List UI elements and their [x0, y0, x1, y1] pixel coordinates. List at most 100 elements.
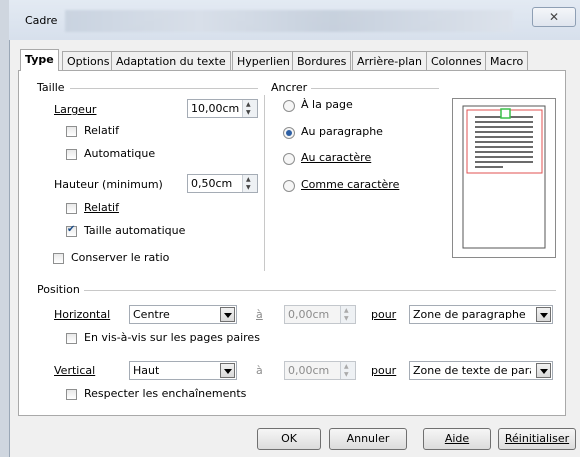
background-window-edge	[0, 0, 10, 457]
tab-adaptation-texte[interactable]: Adaptation du texte	[111, 51, 231, 70]
tab-label: Hyperlien	[237, 55, 290, 68]
tab-label: Options	[67, 55, 110, 68]
vertical-a-label: à	[256, 364, 263, 377]
spin-arrows[interactable]: ▲ ▼	[340, 306, 355, 323]
enchainements-checkbox[interactable]	[66, 389, 77, 400]
tab-label: Arrière-plan	[357, 55, 422, 68]
tab-hyperlien[interactable]: Hyperlien	[232, 51, 295, 70]
vertical-pour-value: Zone de texte de para	[413, 364, 531, 377]
horizontal-offset-spinbox[interactable]: 0,00cm ▲ ▼	[284, 305, 356, 324]
spin-down-icon: ▼	[246, 109, 251, 116]
title-bar[interactable]: Cadre ✕	[9, 0, 580, 40]
taille-group-label: Taille	[37, 81, 65, 94]
tab-arriere-plan[interactable]: Arrière-plan	[352, 51, 427, 70]
ok-label: OK	[281, 432, 297, 445]
spin-down-icon: ▼	[246, 184, 251, 191]
tab-macro[interactable]: Macro	[485, 51, 529, 70]
spin-down-icon: ▼	[344, 371, 349, 378]
horizontal-offset-value: 0,00cm	[288, 308, 330, 321]
relatif-largeur-checkbox[interactable]	[66, 126, 77, 137]
tab-label: Bordures	[297, 55, 347, 68]
spin-arrows[interactable]: ▲ ▼	[242, 175, 257, 192]
vis-a-vis-label: En vis-à-vis sur les pages paires	[84, 331, 260, 344]
conserver-ratio-checkbox[interactable]	[53, 253, 64, 264]
vertical-pour-label: pour	[371, 364, 397, 377]
radio-comme-caractere[interactable]	[283, 180, 295, 192]
automatique-label: Automatique	[84, 147, 156, 160]
chevron-down-icon[interactable]	[536, 307, 551, 322]
chevron-down-icon[interactable]	[220, 307, 235, 322]
tab-label: Adaptation du texte	[116, 55, 226, 68]
enchainements-label: Respecter les enchaînements	[84, 387, 247, 400]
tab-bordures[interactable]: Bordures	[292, 51, 352, 70]
relatif-hauteur-checkbox[interactable]	[66, 203, 77, 214]
radio-au-paragraphe[interactable]	[283, 127, 295, 139]
page-preview-icon	[462, 105, 546, 249]
horizontal-value: Centre	[133, 308, 170, 321]
spin-up-icon: ▲	[344, 307, 349, 314]
radio-comme-caractere-label: Comme caractère	[301, 178, 400, 191]
position-group-line	[84, 290, 556, 291]
radio-a-la-page-label: À la page	[301, 98, 353, 111]
tab-label: Macro	[490, 55, 524, 68]
dialog-window: Cadre ✕ Type Options Adaptation du texte…	[0, 0, 580, 457]
tab-colonnes[interactable]: Colonnes	[426, 51, 487, 70]
radio-a-la-page[interactable]	[283, 100, 295, 112]
automatique-checkbox[interactable]	[66, 149, 77, 160]
preview-area	[452, 98, 556, 258]
spin-down-icon: ▼	[344, 315, 349, 322]
radio-au-caractere[interactable]	[283, 153, 295, 165]
reinitialiser-label: Réinitialiser	[504, 432, 570, 445]
vis-a-vis-checkbox[interactable]	[66, 333, 77, 344]
position-group-label: Position	[37, 283, 80, 296]
reinitialiser-button[interactable]: Réinitialiser	[498, 428, 576, 450]
vertical-offset-value: 0,00cm	[288, 364, 330, 377]
spin-arrows[interactable]: ▲ ▼	[242, 100, 257, 117]
taille-automatique-label: Taille automatique	[84, 224, 186, 237]
spin-up-icon: ▲	[344, 363, 349, 370]
ancrer-group-line	[311, 88, 439, 89]
chevron-down-icon[interactable]	[220, 363, 235, 378]
spin-arrows[interactable]: ▲ ▼	[340, 362, 355, 379]
vertical-label: Vertical	[54, 364, 96, 377]
group-separator	[264, 95, 265, 271]
horizontal-a-label: à	[256, 308, 263, 321]
hauteur-value: 0,50cm	[191, 177, 233, 190]
tab-options[interactable]: Options	[62, 51, 115, 70]
largeur-value: 10,00cm	[191, 102, 240, 115]
relatif-hauteur-label: Relatif	[84, 201, 119, 214]
conserver-ratio-label: Conserver le ratio	[71, 251, 170, 264]
ancrer-group-label: Ancrer	[271, 81, 308, 94]
aide-button[interactable]: Aide	[423, 428, 491, 450]
hauteur-label: Hauteur (minimum)	[54, 178, 163, 191]
annuler-button[interactable]: Annuler	[329, 428, 407, 450]
chevron-down-icon[interactable]	[536, 363, 551, 378]
dialog-title: Cadre	[25, 14, 58, 27]
taille-group-line	[70, 88, 258, 89]
vertical-offset-spinbox[interactable]: 0,00cm ▲ ▼	[284, 361, 356, 380]
horizontal-pour-label: pour	[371, 308, 397, 321]
vertical-pour-select[interactable]: Zone de texte de para	[409, 361, 553, 380]
horizontal-pour-value: Zone de paragraphe	[413, 308, 526, 321]
horizontal-label: Horizontal	[54, 308, 111, 321]
hauteur-spinbox[interactable]: 0,50cm ▲ ▼	[187, 174, 258, 193]
horizontal-select[interactable]: Centre	[129, 305, 237, 324]
radio-au-paragraphe-label: Au paragraphe	[301, 125, 383, 138]
spin-up-icon: ▲	[246, 101, 251, 108]
radio-au-caractere-label: Au caractère	[301, 151, 372, 164]
horizontal-pour-select[interactable]: Zone de paragraphe	[409, 305, 553, 324]
tab-label: Colonnes	[431, 55, 482, 68]
tab-type[interactable]: Type	[20, 49, 59, 71]
blurred-toolbar-background	[65, 10, 513, 32]
spin-up-icon: ▲	[246, 176, 251, 183]
largeur-spinbox[interactable]: 10,00cm ▲ ▼	[187, 99, 258, 118]
taille-automatique-checkbox[interactable]	[66, 224, 77, 237]
ok-button[interactable]: OK	[257, 428, 321, 450]
vertical-select[interactable]: Haut	[129, 361, 237, 380]
vertical-value: Haut	[133, 364, 160, 377]
annuler-label: Annuler	[346, 432, 390, 445]
close-icon: ✕	[548, 10, 560, 24]
close-button[interactable]: ✕	[532, 7, 576, 27]
largeur-label: Largeur	[54, 103, 97, 116]
aide-label: Aide	[444, 432, 470, 445]
